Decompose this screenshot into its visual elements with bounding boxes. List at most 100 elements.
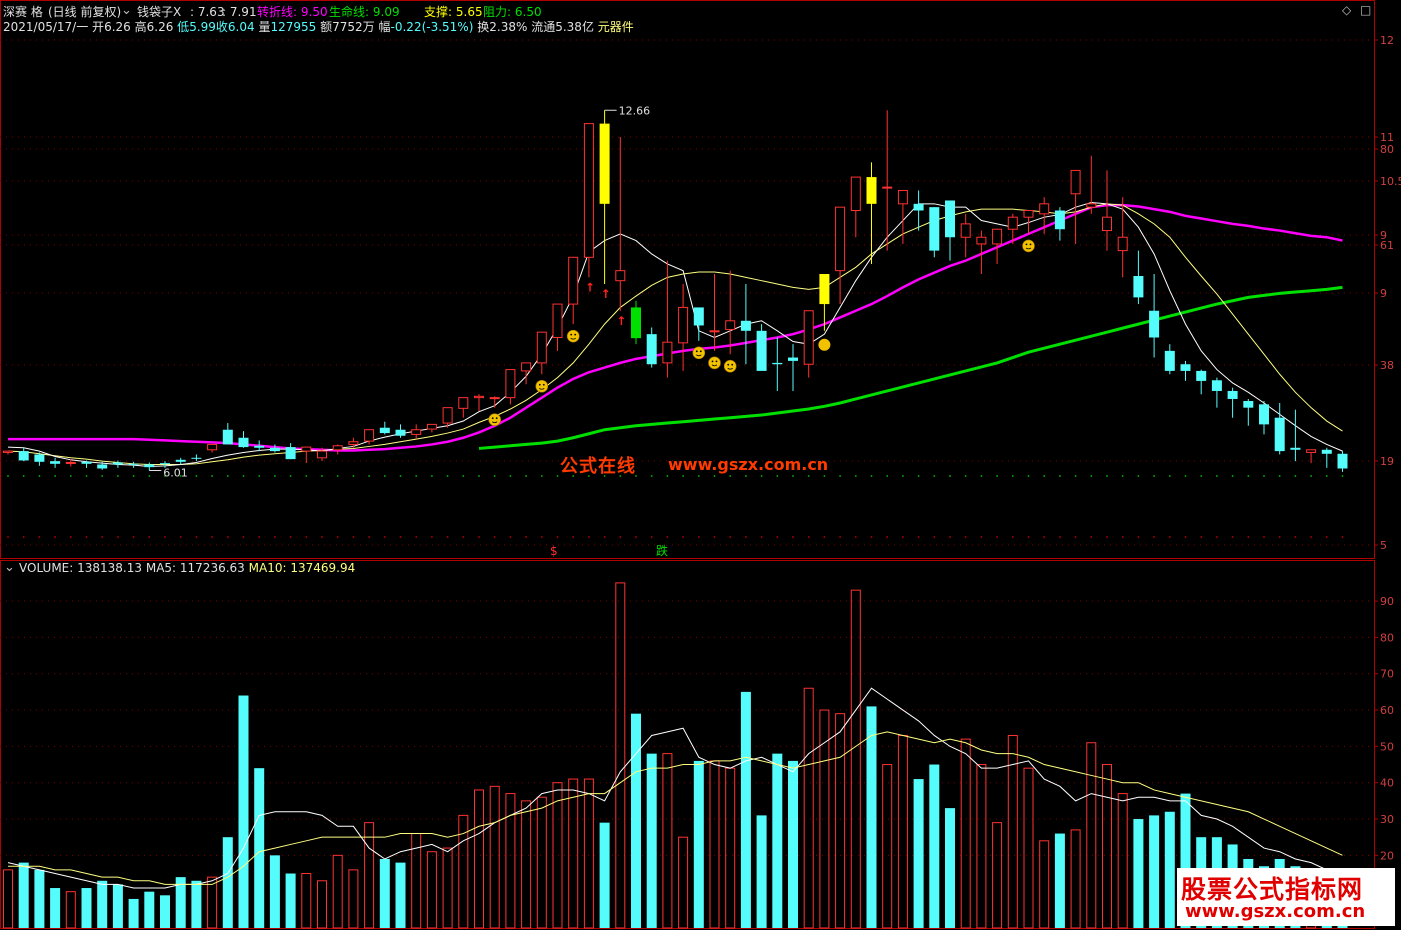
resist-dot: [101, 536, 104, 538]
price-axis-label: 12: [1380, 34, 1394, 47]
support-dot: [964, 475, 967, 477]
resist-dot: [1106, 536, 1108, 538]
volume-axis-label: 20: [1380, 849, 1394, 862]
volume-panel-toggle-icon[interactable]: ⌄: [4, 561, 15, 575]
resist-dot: [540, 536, 543, 538]
support-dot: [1200, 475, 1203, 477]
resist-dot: [368, 536, 370, 538]
panel-toggle-icon[interactable]: ◇: [1342, 3, 1351, 17]
candle-body-down: [1054, 210, 1065, 230]
candle-body-up: [1086, 203, 1097, 208]
support-dot: [902, 475, 904, 477]
support-dot: [195, 475, 198, 477]
smiley-icon: [708, 356, 721, 370]
resist-dot: [650, 536, 653, 538]
indicator-name[interactable]: 钱袋子X: [137, 5, 181, 19]
indicator-v2: : 7.91: [222, 5, 257, 19]
volume-bar-down: [34, 869, 45, 928]
resist-dot: [1341, 536, 1344, 538]
volume-axis-label: 90: [1380, 595, 1394, 608]
candle-body-signal: [866, 177, 877, 204]
support-dot: [289, 475, 292, 477]
panel-close-icon[interactable]: □: [1360, 3, 1371, 17]
resist-dot: [509, 536, 512, 538]
candle-body-down: [913, 203, 924, 211]
resist-dot: [572, 536, 575, 538]
smiley-eye: [715, 360, 718, 363]
candle-body-up: [976, 236, 987, 245]
support-dot: [917, 475, 920, 477]
smiley-eye: [1025, 243, 1028, 246]
candle-body-down: [144, 464, 155, 468]
volume-axis-label: 70: [1380, 668, 1394, 681]
buy-arrow-icon: ↑: [585, 280, 595, 294]
candle-body-up: [207, 443, 218, 451]
candle-body-down: [646, 334, 657, 365]
support-dot: [870, 475, 873, 477]
resist-dot: [493, 536, 496, 538]
volume-bar-down: [1054, 833, 1065, 928]
candle-body-up: [850, 176, 861, 212]
support-dot: [305, 475, 308, 477]
resist-dot: [713, 536, 716, 538]
smiley-icon: [535, 379, 549, 393]
life-line-label: 生命线: 9.09: [329, 5, 400, 19]
candle-body-up: [301, 446, 312, 452]
volume-bar-down: [646, 753, 657, 928]
candle-body-up: [1007, 216, 1018, 230]
candle-body-up: [536, 331, 547, 364]
candle-body-down: [945, 200, 955, 238]
brand-logo: 股票公式指标网 www.gszx.com.cn: [1177, 868, 1395, 926]
volume-bar-down: [772, 753, 783, 928]
resist-dot: [1310, 536, 1312, 538]
watermark-cn: 公式在线: [560, 456, 636, 477]
candle-body-down: [222, 429, 233, 445]
candle-body-down: [50, 461, 61, 464]
support-dot: [399, 475, 402, 477]
resist-dot: [352, 536, 355, 538]
candle-body-down: [1164, 350, 1175, 371]
volume-bar-down: [254, 768, 265, 928]
resist-label: 阻力: 6.50: [483, 5, 542, 19]
support-dot: [509, 475, 512, 477]
candle-body-up: [960, 223, 971, 238]
resist-dot: [148, 536, 151, 538]
price-axis-label: 19: [1380, 455, 1394, 468]
candle-body-up: [332, 445, 343, 451]
support-dot: [1137, 475, 1140, 477]
resist-dot: [776, 536, 779, 538]
resist-dot: [478, 536, 480, 538]
support-dot: [996, 475, 998, 477]
candle-body-up: [426, 423, 437, 430]
candle-body-down: [160, 463, 170, 465]
stock-name: 深赛 格: [3, 5, 43, 19]
candle-body-up: [505, 369, 516, 399]
volume-bar-down: [222, 837, 233, 928]
resist-dot: [588, 536, 590, 538]
support-dot: [383, 475, 386, 477]
candle-body-down: [238, 437, 249, 448]
candle-body-down: [395, 429, 406, 436]
support-dot: [1043, 475, 1046, 477]
candle-body-up: [3, 450, 13, 453]
volume-bar-down: [112, 884, 123, 928]
smiley-eye: [491, 417, 494, 420]
resist-dot: [1043, 536, 1046, 538]
support-dot: [1263, 475, 1265, 477]
money-bag-icon: [818, 338, 831, 351]
support-dot: [525, 475, 527, 477]
smiley-eye: [570, 333, 573, 336]
indicator-dropdown-icon[interactable]: ⌄: [121, 4, 132, 18]
volume-bar-down: [866, 706, 877, 928]
resist-dot: [415, 536, 418, 538]
volume-bar-down: [631, 713, 641, 928]
period-mode[interactable]: (日线 前复权): [48, 5, 121, 19]
resist-dot: [7, 536, 9, 538]
candle-body-down: [128, 463, 139, 465]
support-dot: [556, 475, 559, 477]
smiley-eye: [542, 383, 545, 386]
support-dot: [211, 475, 214, 477]
support-dot: [1121, 475, 1124, 477]
candle-body-down: [269, 447, 280, 452]
candle-body-up: [411, 429, 422, 435]
